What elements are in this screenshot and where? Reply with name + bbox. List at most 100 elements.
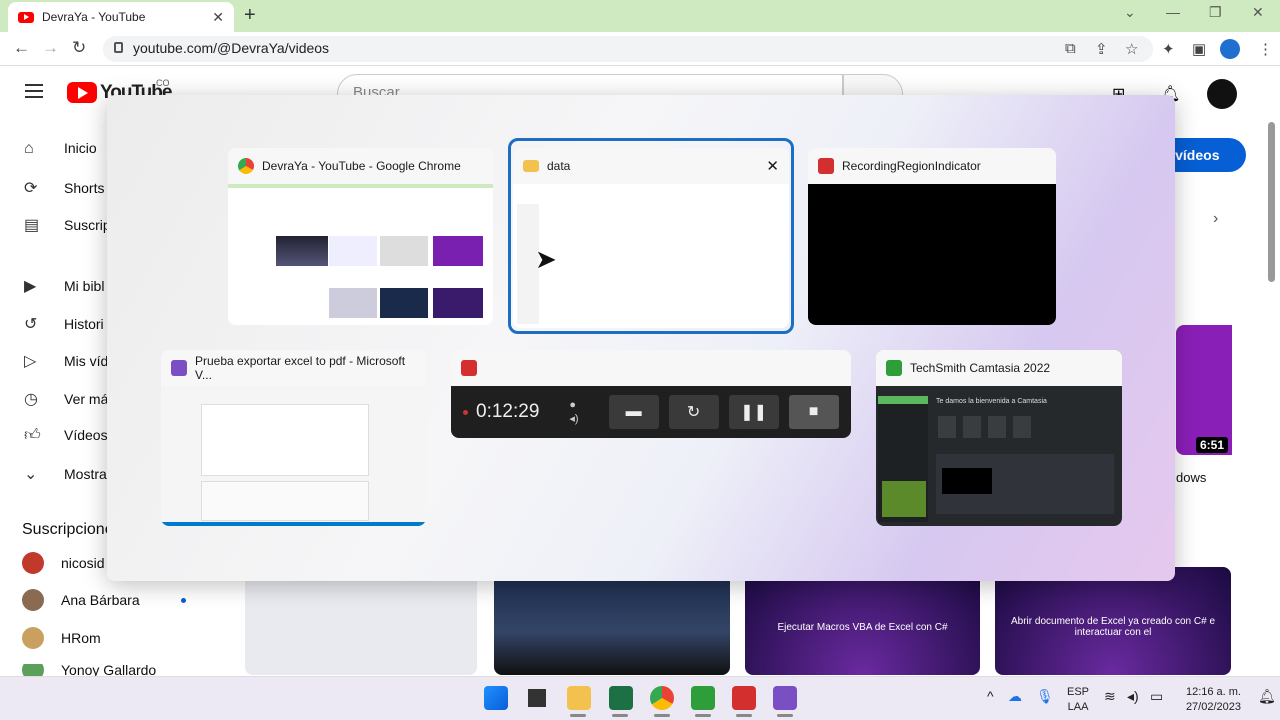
window-preview: [808, 184, 1056, 325]
hamburger-menu-icon[interactable]: [25, 84, 43, 98]
task-view-icon[interactable]: [525, 686, 549, 710]
sidebar-item-liked[interactable]: 👍︎ Vídeos: [24, 426, 108, 445]
avatar: [22, 552, 44, 574]
stop-button[interactable]: ■: [788, 395, 839, 429]
shorts-icon: ⟳: [24, 180, 38, 197]
subscription-item[interactable]: Ana Bárbara: [22, 589, 140, 611]
running-indicator: [777, 714, 793, 717]
thumbnail-title: Ejecutar Macros VBA de Excel con C#: [777, 622, 948, 633]
scrollbar[interactable]: [1268, 122, 1275, 282]
start-icon[interactable]: [484, 686, 508, 710]
tab-title: DevraYa - YouTube: [42, 10, 146, 24]
visual-studio-icon[interactable]: [773, 686, 797, 710]
omnibox[interactable]: youtube.com/@DevraYa/videos: [103, 36, 1153, 62]
switcher-window-recording-indicator[interactable]: RecordingRegionIndicator: [808, 148, 1056, 325]
window-preview: Te damos la bienvenida a Camtasia: [876, 386, 1122, 526]
chevron-right-icon[interactable]: ›: [1213, 210, 1218, 228]
switcher-window-camtasia[interactable]: TechSmith Camtasia 2022 Te damos la bien…: [876, 350, 1122, 526]
sidebar-item-show-more[interactable]: ⌄ Mostra: [24, 464, 107, 484]
restart-button[interactable]: ↻: [668, 395, 719, 429]
switcher-window-camtasia-recorder[interactable]: 0:12:29 ● ◂) ▬ ↻ ❚❚ ■: [451, 350, 851, 438]
new-content-dot: [181, 598, 186, 603]
window-preview: ➤: [513, 184, 789, 328]
reload-button[interactable]: ↻: [72, 38, 86, 58]
side-panel-icon[interactable]: ▣: [1192, 40, 1206, 58]
thumbnail-title: Abrir documento de Excel ya creado con C…: [1011, 616, 1215, 638]
switcher-window-visual-studio[interactable]: Prueba exportar excel to pdf - Microsoft…: [161, 350, 426, 526]
subscription-item[interactable]: nicosid: [22, 552, 105, 574]
sidebar-item-library[interactable]: ▶ Mi bibl: [24, 276, 104, 296]
subscriptions-heading: Suscripcione: [22, 521, 114, 538]
show-hidden-icons-icon[interactable]: ^: [987, 688, 994, 704]
back-button[interactable]: ←: [13, 38, 30, 58]
sidebar-item-history[interactable]: ↺ Histori: [24, 314, 104, 334]
share-icon[interactable]: ⇪: [1095, 40, 1108, 58]
sidebar-item-shorts[interactable]: ⟳ Shorts: [24, 178, 104, 198]
delete-button[interactable]: ▬: [608, 395, 659, 429]
video-thumbnail[interactable]: Ejecutar Macros VBA de Excel con C#: [745, 567, 980, 675]
language-indicator[interactable]: ESP LAA: [1067, 685, 1089, 715]
battery-icon[interactable]: ▭: [1150, 688, 1163, 705]
sidebar-item-watch-later[interactable]: ◷ Ver má: [24, 389, 108, 409]
country-code: CO: [156, 78, 170, 88]
chrome-icon[interactable]: [650, 686, 674, 710]
forward-button[interactable]: →: [42, 38, 59, 58]
camtasia-icon: [886, 360, 902, 376]
camtasia-editor-icon[interactable]: [691, 686, 715, 710]
subscriptions-icon: ▤: [24, 217, 40, 234]
notification-bell-icon[interactable]: 🔔︎: [1258, 688, 1276, 705]
folder-icon: [523, 160, 539, 172]
sidebar-item-your-videos[interactable]: ▷ Mis víd: [24, 351, 108, 371]
youtube-logo-icon[interactable]: [67, 82, 97, 103]
video-duration: 6:51: [1196, 437, 1229, 453]
close-window-icon[interactable]: ✕: [766, 157, 779, 175]
video-thumbnail[interactable]: [1176, 325, 1232, 455]
microphone-icon[interactable]: 🎙︎: [1036, 688, 1054, 705]
subscription-item[interactable]: HRom: [22, 627, 101, 649]
tab-search-icon[interactable]: ⌄: [1124, 4, 1136, 21]
camtasia-icon: [818, 158, 834, 174]
lock-icon: [114, 42, 123, 53]
profile-avatar[interactable]: [1220, 39, 1240, 59]
video-thumbnail[interactable]: Abrir documento de Excel ya creado con C…: [995, 567, 1231, 675]
switcher-window-explorer[interactable]: data ✕ ➤: [513, 148, 789, 328]
camtasia-recorder-icon[interactable]: [732, 686, 756, 710]
close-window-button[interactable]: ✕: [1252, 4, 1264, 21]
extensions-icon[interactable]: ✦: [1162, 40, 1175, 58]
pause-button[interactable]: ❚❚: [728, 395, 779, 429]
browser-tab[interactable]: DevraYa - YouTube ✕: [8, 2, 234, 32]
video-title[interactable]: dows: [1176, 470, 1206, 485]
library-icon: ▶: [24, 278, 37, 295]
avatar: [22, 664, 44, 676]
camtasia-welcome: Te damos la bienvenida a Camtasia: [936, 398, 1047, 405]
switcher-window-chrome[interactable]: DevraYa - YouTube - Google Chrome: [228, 148, 493, 325]
sidebar-item-inicio[interactable]: ⌂ Inicio: [24, 140, 97, 158]
minimize-button[interactable]: —: [1166, 4, 1180, 20]
running-indicator: [695, 714, 711, 717]
chrome-icon: [238, 158, 254, 174]
new-tab-button[interactable]: +: [244, 4, 256, 27]
file-explorer-icon[interactable]: [567, 686, 591, 710]
window-preview: [228, 184, 493, 325]
volume-icon[interactable]: ◂): [1127, 688, 1139, 705]
close-tab-icon[interactable]: ✕: [212, 9, 224, 26]
bookmark-star-icon[interactable]: ☆: [1125, 40, 1138, 58]
restore-button[interactable]: ❐: [1209, 4, 1222, 21]
history-icon: ↺: [24, 316, 38, 333]
onedrive-icon[interactable]: ☁: [1008, 688, 1022, 705]
video-thumbnail[interactable]: [245, 567, 477, 675]
sidebar-item-subscriptions[interactable]: ▤ Suscrip: [24, 215, 111, 235]
excel-icon[interactable]: [609, 686, 633, 710]
liked-icon: 👍︎: [24, 427, 41, 444]
clock[interactable]: 12:16 a. m. 27/02/2023: [1181, 685, 1241, 715]
wifi-icon[interactable]: ≋: [1104, 688, 1116, 705]
url-text: youtube.com/@DevraYa/videos: [133, 40, 330, 56]
video-thumbnail[interactable]: [494, 567, 730, 675]
channel-avatar[interactable]: [1207, 79, 1237, 109]
window-preview: 0:12:29 ● ◂) ▬ ↻ ❚❚ ■: [451, 386, 851, 438]
open-in-icon[interactable]: ⧉: [1065, 40, 1076, 57]
home-icon: ⌂: [24, 140, 34, 157]
subscription-item[interactable]: Yonoy Gallardo: [22, 664, 156, 676]
menu-icon[interactable]: ⋮: [1258, 40, 1273, 58]
mouse-cursor-icon: ➤: [535, 244, 557, 274]
